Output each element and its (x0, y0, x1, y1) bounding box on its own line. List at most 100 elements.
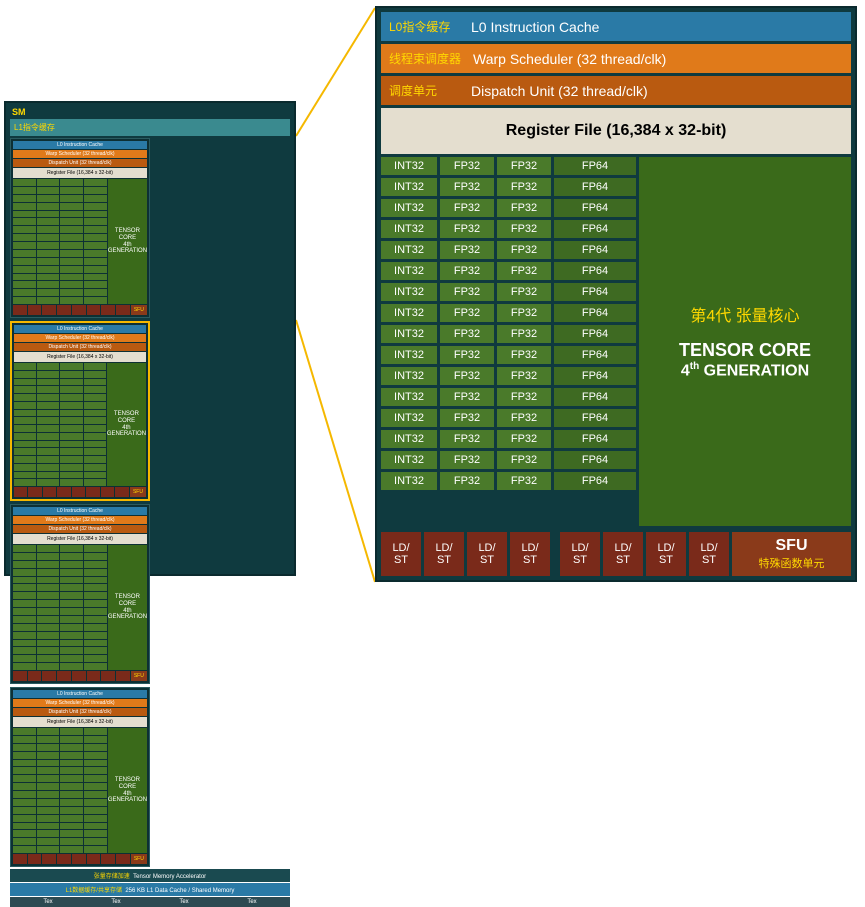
q-core-cell (37, 234, 60, 241)
zoom-core-cell: FP32 (497, 283, 551, 301)
zoom-core-cell: FP32 (497, 325, 551, 343)
q-core-cell (60, 569, 83, 576)
q-core-cell (37, 807, 60, 814)
q-ldst-unit (101, 487, 114, 497)
q-core-cell (14, 386, 36, 393)
sm-quadrant-grid: L0 Instruction CacheWarp Scheduler (32 t… (8, 138, 292, 867)
q-core-cell (37, 569, 60, 576)
q-core-cell (13, 250, 36, 257)
q-ldst-unit (42, 305, 56, 315)
q-core-cell (37, 218, 60, 225)
q-core-cell (84, 569, 107, 576)
q-core-cell (60, 417, 82, 424)
q-core-cell (60, 211, 83, 218)
q-core-cell (84, 472, 106, 479)
q-core-cell (60, 736, 83, 743)
q-ldst-unit (115, 487, 128, 497)
q-ldst-unit (86, 487, 99, 497)
q-core-cell (13, 289, 36, 296)
zoom-l0-cn: L0指令缓存 (389, 18, 459, 35)
q-core-cell (13, 545, 36, 552)
q-core-cell (37, 744, 60, 751)
q-core-cell (14, 448, 36, 455)
sm-tex-unit: Tex (14, 899, 82, 905)
q-core-cell (37, 433, 59, 440)
q-core-cell (84, 195, 107, 202)
q-core-cell (37, 647, 60, 654)
q-core-cell (37, 838, 60, 845)
q-ldst-row: SFU (13, 854, 147, 864)
q-core-cell (84, 791, 107, 798)
zoom-col-fp32-a: FP32FP32FP32FP32FP32FP32FP32FP32FP32FP32… (440, 157, 494, 526)
zoom-core-cell: FP32 (497, 388, 551, 406)
q-core-cell (84, 799, 107, 806)
q-core-cell (13, 577, 36, 584)
q-core-cell (13, 663, 36, 670)
q-core-cell (13, 266, 36, 273)
q-core-cell (13, 226, 36, 233)
q-regfile: Register File (16,384 x 32-bit) (13, 168, 147, 178)
q-dispatch-bar: Dispatch Unit (32 thread/clk) (14, 343, 146, 351)
q-core-cell (60, 846, 83, 853)
q-ldst-unit (42, 671, 56, 681)
q-core-cell (13, 195, 36, 202)
q-ldst-unit (13, 305, 27, 315)
sm-tex-unit: Tex (82, 899, 150, 905)
q-core-cell (13, 242, 36, 249)
q-core-cell (13, 258, 36, 265)
q-core-cell (60, 195, 83, 202)
zoom-core-cell: INT32 (381, 262, 437, 280)
zoom-core-cell: FP64 (554, 178, 636, 196)
q-core-cell (60, 448, 82, 455)
q-core-cell (84, 728, 107, 735)
q-core-cell (60, 402, 82, 409)
q-ldst-unit (43, 487, 56, 497)
q-core-col (37, 363, 59, 486)
q-core-col (60, 179, 83, 304)
q-core-cell (84, 577, 107, 584)
q-warp-bar: Warp Scheduler (32 thread/clk) (13, 699, 147, 707)
q-regfile: Register File (16,384 x 32-bit) (13, 717, 147, 727)
q-dispatch-bar: Dispatch Unit (32 thread/clk) (13, 159, 147, 167)
q-core-cell (60, 577, 83, 584)
zoom-core-cell: FP64 (554, 325, 636, 343)
q-core-col (13, 545, 36, 670)
zoom-core-cell: FP32 (497, 451, 551, 469)
zoom-ldst-unit: LD/ST (603, 532, 643, 576)
q-core-cell (84, 226, 107, 233)
q-core-cell (84, 616, 107, 623)
q-core-col (13, 728, 36, 853)
zoom-core-cell: FP64 (554, 388, 636, 406)
q-core-cell (37, 553, 60, 560)
q-core-cell (60, 561, 83, 568)
q-ldst-unit (116, 854, 130, 864)
q-core-cell (60, 640, 83, 647)
q-core-cell (13, 624, 36, 631)
zoom-tensor-core: 第4代 张量核心 TENSOR CORE 4th GENERATION (639, 157, 851, 526)
q-core-cell (37, 402, 59, 409)
q-sfu: SFU (130, 487, 146, 497)
q-core-cell (84, 846, 107, 853)
q-core-cell (37, 760, 60, 767)
q-core-cell (13, 807, 36, 814)
q-core-cell (13, 647, 36, 654)
q-ldst-unit (116, 671, 130, 681)
q-core-cell (37, 258, 60, 265)
zoom-tensor-en1: TENSOR CORE (679, 340, 811, 361)
q-core-cell (14, 379, 36, 386)
zoom-core-cell: INT32 (381, 367, 437, 385)
q-core-cell (60, 433, 82, 440)
q-tensor-core: TENSOR CORE4th GENERATION (108, 728, 147, 853)
q-core-cell (13, 775, 36, 782)
q-core-cell (60, 791, 83, 798)
q-core-cell (13, 752, 36, 759)
q-core-cell (60, 203, 83, 210)
zoom-core-cell: INT32 (381, 451, 437, 469)
sm-title: SM (8, 105, 292, 119)
q-core-cell (37, 736, 60, 743)
zoom-core-cell: FP64 (554, 220, 636, 238)
q-core-cell (37, 799, 60, 806)
q-core-col (60, 363, 82, 486)
q-core-cell (60, 386, 82, 393)
zoom-core-cell: FP32 (440, 178, 494, 196)
